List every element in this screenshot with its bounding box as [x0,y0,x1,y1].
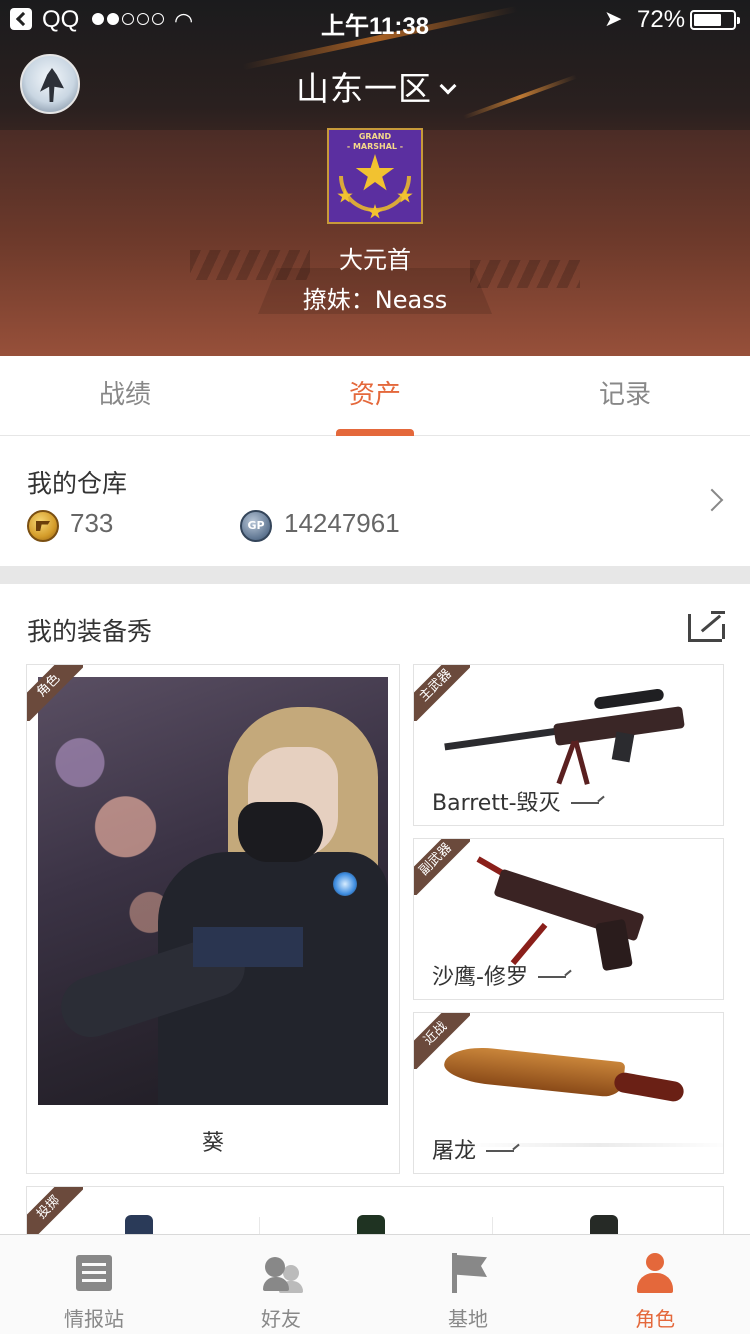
person-icon [637,1253,673,1293]
person-icon-part [646,1253,664,1271]
character-mask [238,802,323,862]
badge-text: GRAND [358,132,392,141]
friends-icon [263,1255,303,1293]
sniper-rifle-image [444,685,694,795]
weapon-underline [537,976,566,978]
pistol-image [474,851,674,972]
character-emblem [333,872,357,896]
secondary-weapon-card[interactable]: 副武器 沙鹰-修罗 [413,838,724,1000]
rifle-part [573,740,590,785]
character-belt [193,927,303,967]
rifle-part [556,740,577,785]
nav-news[interactable]: 情报站 [34,1235,154,1334]
server-name: 山东一区 [296,69,432,108]
weapon-name: 沙鹰-修罗 [432,959,566,991]
friends-icon-part [265,1257,285,1277]
equipment-section: 我的装备秀 角色 葵 主武器 Barrett-毁灭 副武器 沙鹰-修罗 近战 屠… [0,584,750,1266]
nav-label: 情报站 [64,1307,124,1331]
news-icon [76,1255,112,1291]
category-ribbon: 主武器 [414,665,470,721]
nav-base[interactable]: 基地 [408,1235,528,1334]
melee-weapon-card[interactable]: 近战 屠龙 [413,1012,724,1174]
location-icon: ➤ [604,6,623,31]
nav-label: 角色 [635,1307,675,1331]
weapon-name-text: 屠龙 [432,1139,477,1164]
knife-part [612,1071,686,1103]
nickname: 撩妹：Neass [302,286,448,314]
rifle-part [611,731,635,763]
category-ribbon: 近战 [414,1013,470,1069]
warehouse-row[interactable]: 我的仓库 733 GP 14247961 [0,436,750,566]
server-selector[interactable]: 山东一区 [0,62,750,110]
battery-icon [690,10,740,30]
friends-icon-part [283,1265,299,1281]
primary-weapon-card[interactable]: 主武器 Barrett-毁灭 [413,664,724,826]
badge-text: - MARSHAL - [346,142,404,151]
nav-friends[interactable]: 好友 [221,1235,341,1334]
role-name: 葵 [201,1131,224,1156]
rifle-part [593,688,665,710]
gp-coin-icon: GP [240,510,272,542]
bottom-nav: 情报站 好友 基地 角色 [0,1234,750,1334]
cf-coin-icon [27,510,59,542]
weapon-underline [486,1150,515,1152]
weapon-name-text: Barrett-毁灭 [432,791,561,816]
tab-assets[interactable]: 资产 [250,356,500,436]
nav-role[interactable]: 角色 [595,1235,715,1334]
tab-record-stats[interactable]: 战绩 [0,356,250,435]
weapon-name-text: 沙鹰-修罗 [432,965,528,990]
share-icon[interactable] [688,611,725,642]
tab-bar: 战绩 资产 记录 [0,356,750,436]
rank-title: 大元首 [339,246,411,274]
app-screen: QQ ◠ 上午11:38 ➤ 72% 山东一区 GRAND - MARSHAL … [0,0,750,1334]
nav-label: 好友 [261,1307,301,1331]
chevron-right-icon [700,488,724,512]
profile-header: QQ ◠ 上午11:38 ➤ 72% 山东一区 GRAND - MARSHAL … [0,0,750,356]
status-bar: QQ ◠ 上午11:38 ➤ 72% [0,0,750,40]
battery-fill [694,14,721,26]
flag-icon-part [452,1253,457,1293]
equipment-title: 我的装备秀 [27,617,153,646]
flag-icon [452,1253,488,1293]
character-image [38,677,388,1105]
cf-points: 733 [70,508,114,538]
weapon-name: Barrett-毁灭 [432,785,599,817]
chevron-down-icon [439,77,457,95]
rank-badge: GRAND - MARSHAL - [327,128,423,224]
section-divider [0,566,750,584]
share-icon-part [722,624,725,639]
ribbon-label: 副武器 [414,839,470,895]
weapon-name: 屠龙 [432,1133,515,1165]
tab-history[interactable]: 记录 [500,356,750,435]
ribbon-label: 角色 [27,665,83,721]
category-ribbon: 角色 [27,665,83,721]
gp-points: 14247961 [284,508,400,538]
battery-percent: 72% [637,6,686,33]
ribbon-label: 近战 [414,1013,470,1069]
knife-part [442,1043,626,1099]
flag-icon-part [457,1255,487,1277]
person-icon-part [637,1273,673,1293]
warehouse-title: 我的仓库 [27,469,128,498]
ribbon-label: 主武器 [414,665,470,721]
nav-label: 基地 [448,1307,488,1331]
category-ribbon: 副武器 [414,839,470,895]
knife-image [442,1033,723,1147]
weapon-underline [570,802,599,804]
role-card[interactable]: 角色 葵 [26,664,400,1174]
